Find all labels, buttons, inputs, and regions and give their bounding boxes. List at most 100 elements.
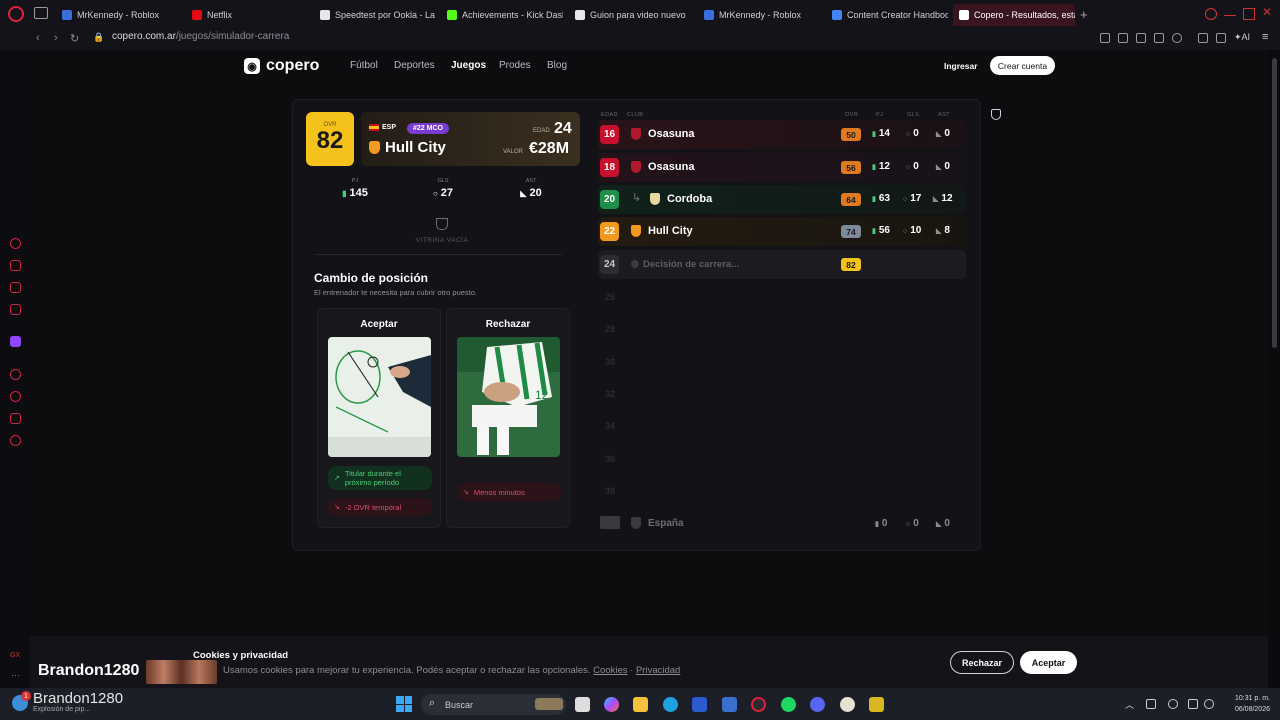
url-field[interactable]: copero.com.ar/juegos/simulador-carrera	[112, 31, 289, 42]
nav-juegos[interactable]: Juegos	[451, 60, 486, 71]
player-sidebar-icon[interactable]	[10, 369, 21, 380]
player-header: OVR 82 ESP #22 MCO Hull City EDAD 24 VAL…	[306, 112, 580, 166]
browser-tab[interactable]: Netflix	[186, 4, 308, 26]
reload-icon[interactable]: ↻	[70, 32, 79, 45]
maximize-icon[interactable]	[1243, 8, 1255, 20]
spotify-icon[interactable]	[781, 697, 796, 712]
task-view-icon[interactable]	[575, 697, 590, 712]
bookmark-icon[interactable]	[1100, 33, 1110, 43]
rank-badge: #22 MCO	[407, 123, 449, 134]
close-window-icon[interactable]: ✕	[1262, 5, 1274, 19]
heart-icon[interactable]	[1172, 33, 1182, 43]
cookie-accept-button[interactable]: Aceptar	[1020, 651, 1077, 674]
logo-text: copero	[266, 57, 320, 74]
browser-tab-active[interactable]: Copero - Resultados, estad	[953, 4, 1075, 26]
wifi-icon[interactable]	[1188, 699, 1198, 709]
browser-tab[interactable]: Guion para video nuevo	[569, 4, 691, 26]
accept-option-card[interactable]: Aceptar ↗ Titular durante el próximo perí…	[317, 308, 441, 528]
ai-icon[interactable]: ✦AI	[1234, 32, 1250, 43]
back-icon[interactable]: ‹	[36, 32, 40, 44]
messenger-icon[interactable]	[10, 282, 21, 293]
tab-label: Copero - Resultados, estad	[974, 10, 1075, 20]
crypto-wallet-icon[interactable]	[10, 260, 21, 271]
copero-logo[interactable]: ◉ copero	[244, 57, 319, 75]
page-scrollbar[interactable]	[1272, 58, 1277, 348]
player-icon[interactable]	[1154, 33, 1164, 43]
discord-icon[interactable]	[810, 697, 825, 712]
stat-pj-label: PJ	[351, 178, 359, 184]
career-row[interactable]: 16 Osasuna 50 ▮ 14 ○ 0 ◣ 0	[598, 120, 966, 149]
future-age: 36	[604, 454, 615, 464]
instagram-icon[interactable]	[10, 304, 21, 315]
lock-icon: 🔒	[93, 32, 105, 42]
row-gls: 10	[910, 225, 922, 236]
menu-icon[interactable]: ≡	[1262, 31, 1268, 43]
extensions-icon[interactable]	[10, 413, 21, 424]
app-icon[interactable]	[840, 697, 855, 712]
app-icon-2[interactable]	[869, 697, 884, 712]
accept-con-chip: ↘ -2 OVR temporal	[328, 498, 432, 516]
nav-blog[interactable]: Blog	[547, 60, 567, 71]
career-row[interactable]: 20 ↳ Cordoba 64 ▮ 63 ○ 17 ◣ 12	[598, 185, 966, 214]
divider	[314, 254, 562, 255]
snapshot-icon[interactable]	[1118, 33, 1128, 43]
cookies-link[interactable]: Cookies	[593, 665, 627, 676]
reject-option-title: Rechazar	[485, 319, 531, 330]
browser-tab[interactable]: Speedtest por Ookla - La p	[314, 4, 436, 26]
history-icon[interactable]	[10, 391, 21, 402]
gx-icon[interactable]: GX	[10, 652, 20, 659]
national-team-name: España	[648, 518, 684, 529]
copilot-icon[interactable]	[604, 697, 619, 712]
adblock-icon[interactable]	[1136, 33, 1146, 43]
row-ovr: 74	[841, 225, 861, 238]
file-explorer-icon[interactable]	[633, 697, 648, 712]
twitch-icon[interactable]	[10, 336, 21, 347]
cookie-text-body: Usamos cookies para mejorar tu experienc…	[223, 665, 591, 676]
stat-gls-label: GLS	[437, 178, 449, 184]
browser-tab[interactable]: MrKennedy - Roblox	[698, 4, 820, 26]
nav-deportes[interactable]: Deportes	[394, 60, 435, 71]
browser-tab[interactable]: MrKennedy - Roblox	[56, 4, 178, 26]
taskbar-clock[interactable]: 10:31 p. m. 06/08/2026	[1224, 693, 1270, 715]
cordoba-crest-icon	[650, 193, 660, 205]
store-icon[interactable]	[692, 697, 707, 712]
outlook-icon[interactable]	[722, 697, 737, 712]
signup-button[interactable]: Crear cuenta	[990, 56, 1055, 75]
site-header: ◉ copero Fútbol Deportes Juegos Prodes Bl…	[30, 50, 1268, 82]
stat-ast-label: AST	[525, 178, 537, 184]
profile-icon[interactable]	[1198, 33, 1208, 43]
more-icon[interactable]: ···	[11, 670, 20, 680]
login-link[interactable]: Ingresar	[944, 61, 978, 71]
stat-gls: GLS ○ 27	[413, 178, 473, 199]
minimize-icon[interactable]	[1224, 8, 1236, 16]
tray-app-icon[interactable]	[1146, 699, 1156, 709]
career-row[interactable]: 22 Hull City 74 ▮ 56 ○ 10 ◣ 8	[598, 217, 966, 246]
browser-tab[interactable]: Content Creator Handbook	[826, 4, 948, 26]
volume-icon[interactable]	[1204, 699, 1214, 709]
forward-icon[interactable]: ›	[54, 32, 58, 44]
start-button[interactable]	[396, 696, 412, 712]
cookie-reject-button[interactable]: Rechazar	[950, 651, 1014, 674]
browser-tab[interactable]: Achievements - Kick Dash	[441, 4, 563, 26]
download-icon[interactable]	[1216, 33, 1226, 43]
url-path: /juegos/simulador-carrera	[175, 31, 290, 42]
reject-option-card[interactable]: Rechazar 12 ↘ Menos minutos	[446, 308, 570, 528]
nav-prodes[interactable]: Prodes	[499, 60, 531, 71]
ball-icon: ○	[906, 521, 911, 528]
new-tab-button[interactable]: +	[1080, 7, 1088, 22]
search-tabs-icon[interactable]	[1205, 8, 1217, 20]
privacy-link[interactable]: Privacidad	[636, 665, 680, 676]
shield-icon[interactable]	[991, 109, 1001, 120]
settings-icon[interactable]	[10, 435, 21, 446]
opera-logo-icon[interactable]	[8, 6, 24, 22]
nav-futbol[interactable]: Fútbol	[350, 60, 378, 71]
opera-gx-taskbar-icon[interactable]	[751, 697, 766, 712]
tray-chevron-icon[interactable]: ︿	[1125, 698, 1134, 711]
microphone-icon[interactable]	[1168, 699, 1178, 709]
future-age: 34	[604, 421, 615, 431]
career-row[interactable]: 18 Osasuna 56 ▮ 12 ○ 0 ◣ 0	[598, 153, 966, 182]
edge-icon[interactable]	[663, 697, 678, 712]
tab-overview-icon[interactable]	[34, 7, 48, 19]
tab-favicon-icon	[192, 10, 202, 20]
aria-icon[interactable]	[10, 238, 21, 249]
